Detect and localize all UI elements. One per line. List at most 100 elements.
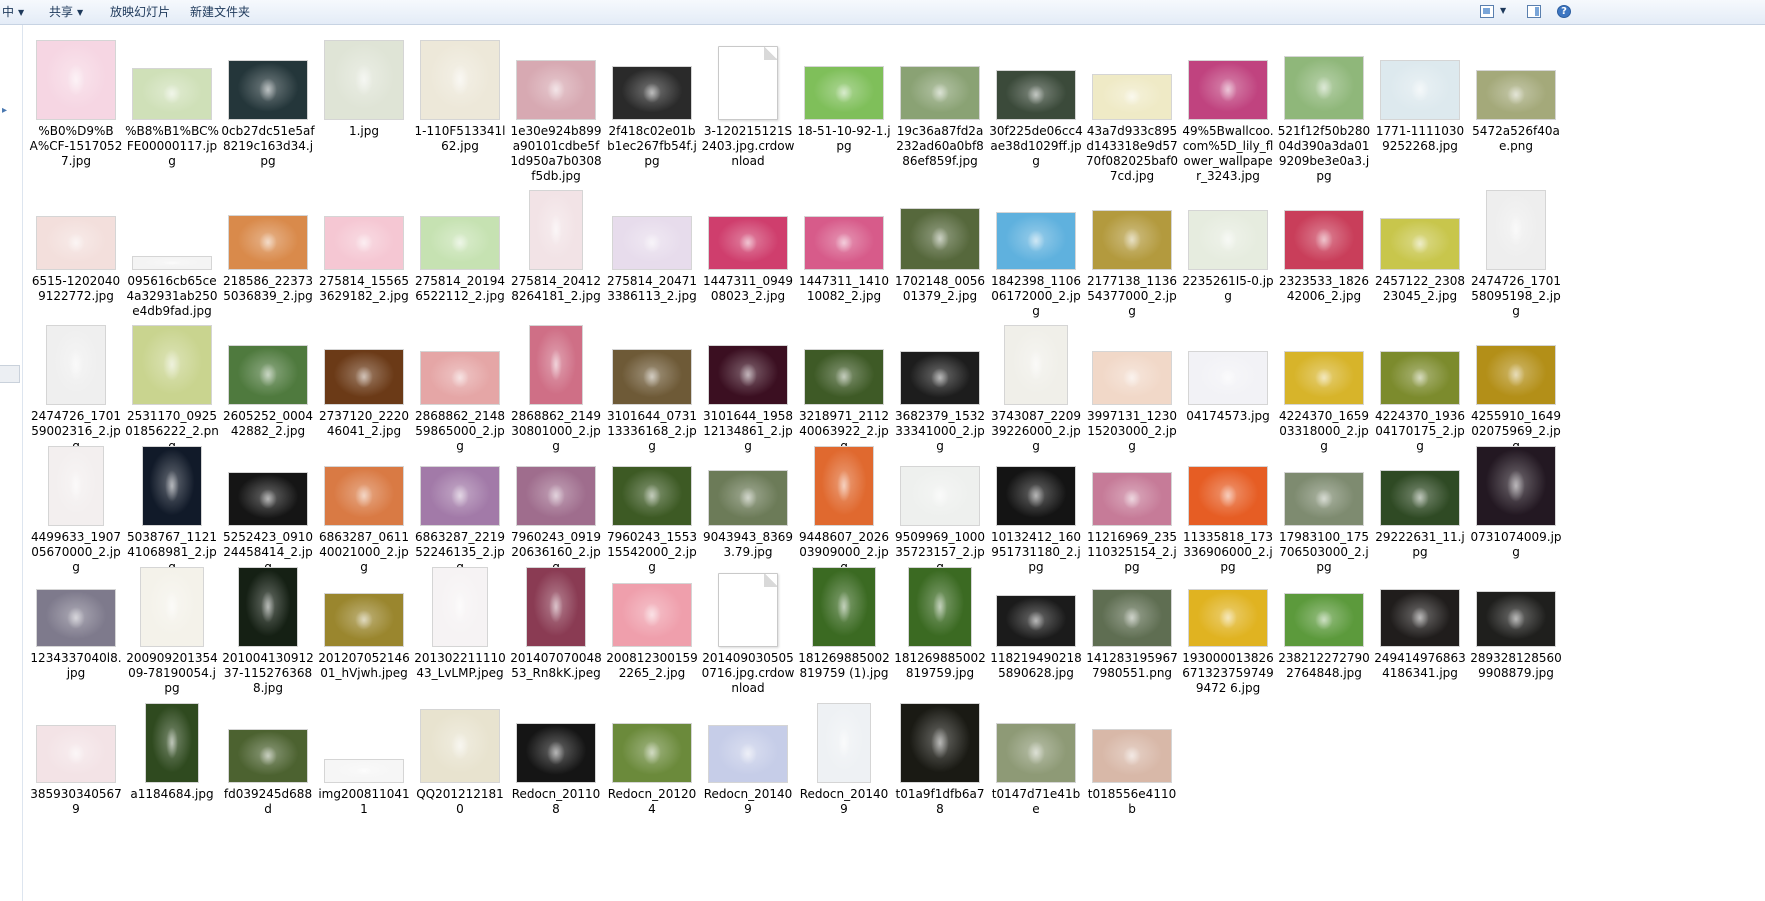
- file-item[interactable]: 6515-12020409122772.jpg: [28, 186, 124, 304]
- chevron-down-icon[interactable]: ▼: [1500, 6, 1506, 15]
- file-item[interactable]: 4255910_164902075969_2.jpg: [1468, 321, 1564, 454]
- file-item[interactable]: 275814_155653629182_2.jpg: [316, 186, 412, 304]
- file-item[interactable]: 181269885002819759.jpg: [892, 563, 988, 681]
- file-item[interactable]: 1930000138266713237597499472 6.jpg: [1180, 563, 1276, 696]
- file-item[interactable]: img2008110411: [316, 699, 412, 817]
- file-item[interactable]: 3101644_073113336168_2.jpg: [604, 321, 700, 454]
- file-item[interactable]: 2235261I5-0.jpg: [1180, 186, 1276, 304]
- file-item[interactable]: 2893281285609908879.jpg: [1468, 563, 1564, 681]
- file-item[interactable]: 218586_223735036839_2.jpg: [220, 186, 316, 304]
- file-item[interactable]: 521f12f50b28004d390a3da019209be3e0a3.jpg: [1276, 36, 1372, 184]
- file-item[interactable]: 2474726_170158095198_2.jpg: [1468, 186, 1564, 319]
- file-item[interactable]: 18-51-10-92-1.jpg: [796, 36, 892, 154]
- file-item[interactable]: 19c36a87fd2a232ad60a0bf886ef859f.jpg: [892, 36, 988, 169]
- file-item[interactable]: t01a9f1dfb6a78: [892, 699, 988, 817]
- file-item[interactable]: 10132412_160951731180_2.jpg: [988, 442, 1084, 575]
- nav-item-icon[interactable]: ▸: [2, 105, 7, 116]
- file-item[interactable]: 29222631_11.jpg: [1372, 442, 1468, 560]
- file-item[interactable]: 2868862_214930801000_2.jpg: [508, 321, 604, 454]
- file-item[interactable]: 6863287_221952246135_2.jpg: [412, 442, 508, 575]
- file-item[interactable]: 49%5Bwallcoo.com%5D_lily_flower_wallpape…: [1180, 36, 1276, 184]
- file-item[interactable]: a1184684.jpg: [124, 699, 220, 802]
- file-item[interactable]: 181269885002819759 (1).jpg: [796, 563, 892, 681]
- file-item[interactable]: 30f225de06cc4ae38d1029ff.jpg: [988, 36, 1084, 169]
- file-item[interactable]: 11216969_235110325154_2.jpg: [1084, 442, 1180, 575]
- file-item[interactable]: 2457122_230823045_2.jpg: [1372, 186, 1468, 304]
- file-item[interactable]: 1.jpg: [316, 36, 412, 139]
- file-item[interactable]: 3743087_220939226000_2.jpg: [988, 321, 1084, 454]
- slideshow-button[interactable]: 放映幻灯片: [110, 5, 170, 20]
- file-item[interactable]: 1-110F513341l62.jpg: [412, 36, 508, 154]
- file-item[interactable]: 1182194902185890628.jpg: [988, 563, 1084, 681]
- file-item[interactable]: 1842398_110606172000_2.jpg: [988, 186, 1084, 319]
- file-item[interactable]: 4499633_190705670000_2.jpg: [28, 442, 124, 575]
- file-item[interactable]: 1234337040l8.jpg: [28, 563, 124, 681]
- file-item[interactable]: 2382122727902764848.jpg: [1276, 563, 1372, 681]
- file-item[interactable]: 3218971_211240063922_2.jpg: [796, 321, 892, 454]
- file-item[interactable]: 2323533_182642006_2.jpg: [1276, 186, 1372, 304]
- file-item[interactable]: 1447311_094908023_2.jpg: [700, 186, 796, 304]
- file-item[interactable]: 6863287_061140021000_2.jpg: [316, 442, 412, 575]
- preview-pane-icon[interactable]: [1527, 5, 1541, 18]
- file-item[interactable]: 04174573.jpg: [1180, 321, 1276, 424]
- file-item[interactable]: fd039245d688d: [220, 699, 316, 817]
- file-item[interactable]: 2737120_222046041_2.jpg: [316, 321, 412, 439]
- file-item[interactable]: %B0%D9%BA%CF-15170527.jpg: [28, 36, 124, 169]
- file-item[interactable]: t0147d71e41be: [988, 699, 1084, 817]
- file-item[interactable]: 4224370_165903318000_2.jpg: [1276, 321, 1372, 454]
- file-item[interactable]: 2605252_000442882_2.jpg: [220, 321, 316, 439]
- share-menu[interactable]: 共享 ▼: [49, 5, 83, 20]
- file-item[interactable]: 2177138_113654377000_2.jpg: [1084, 186, 1180, 319]
- file-item[interactable]: 0cb27dc51e5af8219c163d34.jpg: [220, 36, 316, 169]
- file-item[interactable]: 9448607_202603909000_2.jpg: [796, 442, 892, 575]
- file-item[interactable]: 1e30e924b899a90101cdbe5f1d950a7b0308f5db…: [508, 36, 604, 184]
- file-item[interactable]: 275814_204713386113_2.jpg: [604, 186, 700, 304]
- new-folder-button[interactable]: 新建文件夹: [190, 5, 250, 20]
- file-item[interactable]: Redocn_201204: [604, 699, 700, 817]
- file-item[interactable]: QQ2012121810: [412, 699, 508, 817]
- file-item[interactable]: 20090920135409-78190054.jpg: [124, 563, 220, 696]
- file-item[interactable]: 20130221111043_LvLMP.jpeg: [412, 563, 508, 681]
- file-item[interactable]: 3997131_123015203000_2.jpg: [1084, 321, 1180, 454]
- file-item[interactable]: 3682379_153233341000_2.jpg: [892, 321, 988, 454]
- file-item[interactable]: 20100413091237-1152763688.jpg: [220, 563, 316, 696]
- file-item[interactable]: 2531170_092501856222_2.png: [124, 321, 220, 454]
- view-options-icon[interactable]: [1480, 5, 1494, 18]
- file-item[interactable]: 1702148_005601379_2.jpg: [892, 186, 988, 304]
- file-item[interactable]: 5252423_091024458414_2.jpg: [220, 442, 316, 575]
- file-item[interactable]: 0731074009.jpg: [1468, 442, 1564, 560]
- file-item[interactable]: 2868862_214859865000_2.jpg: [412, 321, 508, 454]
- file-item[interactable]: 1412831959677980551.png: [1084, 563, 1180, 681]
- file-item[interactable]: 17983100_175706503000_2.jpg: [1276, 442, 1372, 575]
- file-item[interactable]: Redocn_201409: [700, 699, 796, 817]
- file-item[interactable]: 2008123001592265_2.jpg: [604, 563, 700, 681]
- file-item[interactable]: 5472a526f40ae.png: [1468, 36, 1564, 154]
- file-item[interactable]: 2494149768634186341.jpg: [1372, 563, 1468, 681]
- file-item[interactable]: 5038767_112141068981_2.jpg: [124, 442, 220, 575]
- organize-menu[interactable]: 中 ▼: [2, 5, 24, 20]
- file-item[interactable]: 4224370_193604170175_2.jpg: [1372, 321, 1468, 454]
- file-item[interactable]: 3101644_195812134861_2.jpg: [700, 321, 796, 454]
- help-icon[interactable]: ?: [1557, 5, 1571, 18]
- file-item[interactable]: 1771-11110309252268.jpg: [1372, 36, 1468, 154]
- file-item[interactable]: Redocn_201409: [796, 699, 892, 817]
- file-item[interactable]: 1447311_141010082_2.jpg: [796, 186, 892, 304]
- pane-resize-handle[interactable]: [0, 365, 20, 383]
- file-item[interactable]: 2f418c02e01bb1ec267fb54f.jpg: [604, 36, 700, 169]
- file-item[interactable]: 43a7d933c895d143318e9d5770f082025baf07cd…: [1084, 36, 1180, 184]
- file-item[interactable]: 2014090305050716.jpg.crdownload: [700, 563, 796, 696]
- file-item[interactable]: 3859303405679: [28, 699, 124, 817]
- file-item[interactable]: 275814_201946522112_2.jpg: [412, 186, 508, 304]
- file-item[interactable]: 095616cb65ce4a32931ab250e4db9fad.jpg: [124, 186, 220, 319]
- file-item[interactable]: 20140707004853_Rn8kK.jpeg: [508, 563, 604, 681]
- file-item[interactable]: 3-120215121S2403.jpg.crdownload: [700, 36, 796, 169]
- file-item[interactable]: 9043943_83693.79.jpg: [700, 442, 796, 560]
- file-item[interactable]: 11335818_173336906000_2.jpg: [1180, 442, 1276, 575]
- file-item[interactable]: 2474726_170159002316_2.jpg: [28, 321, 124, 454]
- file-item[interactable]: 20120705214601_hVjwh.jpeg: [316, 563, 412, 681]
- file-item[interactable]: t018556e4110b: [1084, 699, 1180, 817]
- file-item[interactable]: %B8%B1%BC%FE00000117.jpg: [124, 36, 220, 169]
- file-item[interactable]: Redocn_201108: [508, 699, 604, 817]
- file-item[interactable]: 9509969_100035723157_2.jpg: [892, 442, 988, 575]
- file-item[interactable]: 7960243_091920636160_2.jpg: [508, 442, 604, 575]
